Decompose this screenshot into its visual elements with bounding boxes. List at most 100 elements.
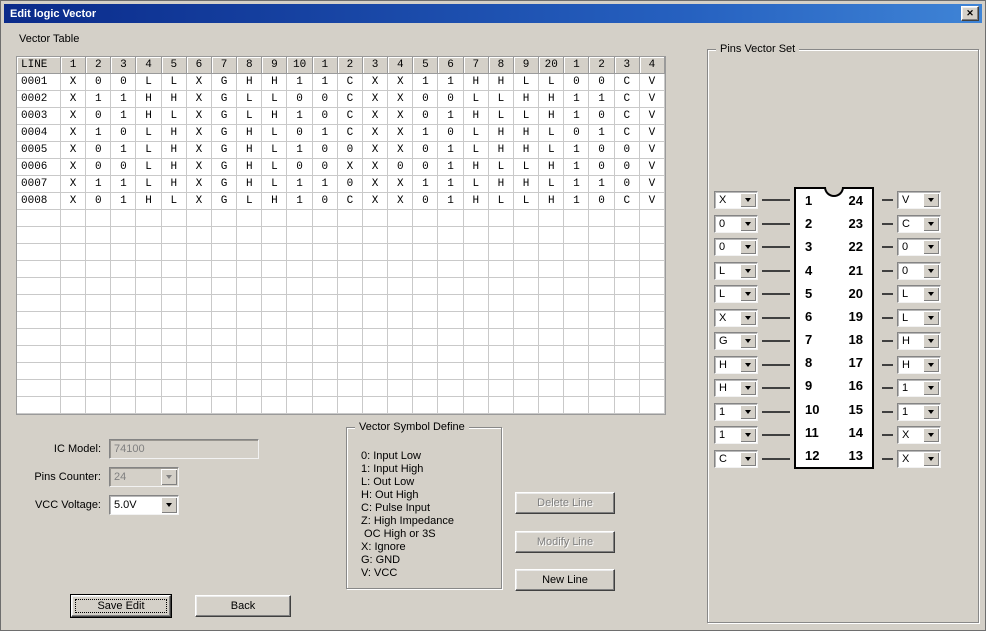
- close-button[interactable]: ✕: [961, 6, 979, 21]
- pin-3-combo[interactable]: 0: [714, 238, 758, 256]
- chip-pin-number: 6: [805, 305, 834, 328]
- chevron-down-icon[interactable]: [923, 405, 939, 419]
- vector-cell: X: [61, 176, 86, 193]
- vector-cell: V: [640, 74, 665, 91]
- pin-4-combo[interactable]: L: [714, 262, 758, 280]
- pin-wire: [882, 364, 893, 366]
- vector-cell: 0: [111, 125, 136, 142]
- chevron-down-icon[interactable]: [740, 405, 756, 419]
- vector-cell: X: [388, 91, 413, 108]
- table-row[interactable]: 0005X01LHXGHL100XX01LHHL100V: [17, 142, 665, 159]
- table-row[interactable]: 0004X10LHXGHL01CXX10LHHL01CV: [17, 125, 665, 142]
- pin-8-combo[interactable]: H: [714, 356, 758, 374]
- table-row[interactable]: 0008X01HLXGLH10CXX01HLLH10CV: [17, 193, 665, 210]
- chevron-down-icon[interactable]: [923, 240, 939, 254]
- chevron-down-icon[interactable]: [923, 287, 939, 301]
- symbol-define-list: 0: Input Low1: Input HighL: Out LowH: Ou…: [361, 450, 454, 580]
- chip-pin-number: 19: [834, 305, 863, 328]
- chevron-down-icon[interactable]: [740, 381, 756, 395]
- vector-cell: 1: [313, 176, 338, 193]
- vector-cell: L: [489, 193, 514, 210]
- pin-wire: [882, 293, 893, 295]
- vector-cell: 1: [111, 142, 136, 159]
- vcc-voltage-combo[interactable]: 5.0V: [109, 495, 179, 515]
- pin-9-combo[interactable]: H: [714, 379, 758, 397]
- vector-cell: L: [262, 176, 287, 193]
- chevron-down-icon[interactable]: [740, 334, 756, 348]
- table-row[interactable]: 0003X01HLXGLH10CXX01HLLH10CV: [17, 108, 665, 125]
- pin-14-combo[interactable]: X: [897, 426, 941, 444]
- pin-19-combo[interactable]: L: [897, 309, 941, 327]
- pin-13-combo[interactable]: X: [897, 450, 941, 468]
- vector-cell: H: [136, 193, 161, 210]
- chevron-down-icon[interactable]: [740, 240, 756, 254]
- arrow-glyph: [928, 433, 934, 437]
- table-header-col: 8: [237, 57, 262, 74]
- pin-11-combo[interactable]: 1: [714, 426, 758, 444]
- chevron-down-icon[interactable]: [740, 264, 756, 278]
- vector-cell: X: [187, 108, 212, 125]
- pin-21-combo[interactable]: 0: [897, 262, 941, 280]
- vector-cell: G: [212, 193, 237, 210]
- chevron-down-icon[interactable]: [161, 497, 177, 513]
- pin-16-combo[interactable]: 1: [897, 379, 941, 397]
- chevron-down-icon[interactable]: [740, 358, 756, 372]
- table-header-col: 7: [464, 57, 489, 74]
- vector-cell: H: [514, 176, 539, 193]
- pin-23-combo[interactable]: C: [897, 215, 941, 233]
- pin-2-combo[interactable]: 0: [714, 215, 758, 233]
- pin-10-combo[interactable]: 1: [714, 403, 758, 421]
- vector-cell: H: [162, 91, 187, 108]
- pin-wire: [762, 387, 790, 389]
- arrow-glyph: [745, 245, 751, 249]
- chevron-down-icon[interactable]: [923, 334, 939, 348]
- chevron-down-icon[interactable]: [923, 217, 939, 231]
- line-number-cell: 0004: [17, 125, 61, 142]
- pin-row: 1: [878, 403, 941, 421]
- pin-22-combo[interactable]: 0: [897, 238, 941, 256]
- pin-24-combo[interactable]: V: [897, 191, 941, 209]
- vector-cell: 0: [338, 176, 363, 193]
- chevron-down-icon[interactable]: [923, 381, 939, 395]
- table-row[interactable]: 0001X00LLXGHH11CXX11HHLL00CV: [17, 74, 665, 91]
- pin-12-combo[interactable]: C: [714, 450, 758, 468]
- pin-6-combo[interactable]: X: [714, 309, 758, 327]
- chevron-down-icon[interactable]: [923, 264, 939, 278]
- chevron-down-icon[interactable]: [740, 217, 756, 231]
- pin-18-combo[interactable]: H: [897, 332, 941, 350]
- table-header-col: 2: [589, 57, 614, 74]
- vector-cell: X: [363, 108, 388, 125]
- table-empty-row: [17, 261, 665, 278]
- table-row[interactable]: 0007X11LHXGHL110XX11LHHL110V: [17, 176, 665, 193]
- new-line-button[interactable]: New Line: [515, 569, 615, 591]
- table-row[interactable]: 0002X11HHXGLL00CXX00LLHH11CV: [17, 91, 665, 108]
- chevron-down-icon[interactable]: [740, 311, 756, 325]
- chevron-down-icon[interactable]: [740, 428, 756, 442]
- chip-pin-number: 8: [805, 351, 834, 374]
- chevron-down-icon[interactable]: [923, 193, 939, 207]
- pin-15-combo[interactable]: 1: [897, 403, 941, 421]
- combo-value: G: [715, 335, 739, 347]
- chevron-down-icon[interactable]: [740, 193, 756, 207]
- chevron-down-icon[interactable]: [923, 358, 939, 372]
- vector-cell: C: [338, 125, 363, 142]
- line-number-cell: 0001: [17, 74, 61, 91]
- chevron-down-icon[interactable]: [923, 311, 939, 325]
- chevron-down-icon[interactable]: [923, 452, 939, 466]
- pin-5-combo[interactable]: L: [714, 285, 758, 303]
- save-edit-button[interactable]: Save Edit: [71, 595, 171, 617]
- chevron-down-icon[interactable]: [740, 452, 756, 466]
- vector-cell: 1: [111, 91, 136, 108]
- line-number-cell: 0007: [17, 176, 61, 193]
- pin-20-combo[interactable]: L: [897, 285, 941, 303]
- pin-17-combo[interactable]: H: [897, 356, 941, 374]
- table-row[interactable]: 0006X00LHXGHL00XX001HLLH100V: [17, 159, 665, 176]
- combo-value: 1: [898, 382, 922, 394]
- back-button[interactable]: Back: [195, 595, 291, 617]
- vector-cell: L: [489, 159, 514, 176]
- chevron-down-icon[interactable]: [923, 428, 939, 442]
- pin-1-combo[interactable]: X: [714, 191, 758, 209]
- pin-7-combo[interactable]: G: [714, 332, 758, 350]
- pin-wire: [762, 411, 790, 413]
- chevron-down-icon[interactable]: [740, 287, 756, 301]
